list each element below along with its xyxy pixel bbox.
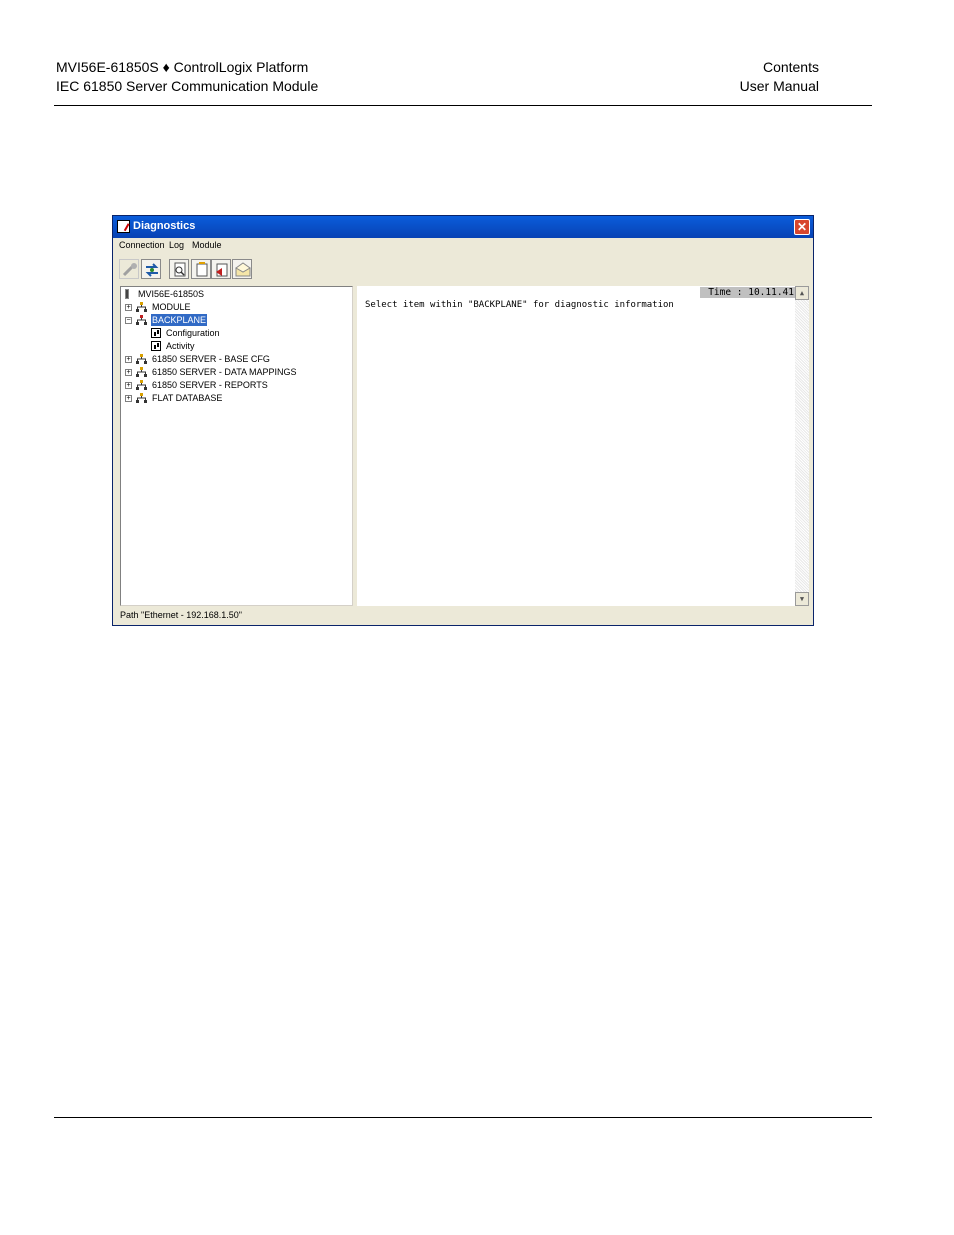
expand-toggle[interactable]: + xyxy=(125,356,132,363)
connect-button[interactable] xyxy=(141,259,161,279)
product-title: MVI56E-61850S ♦ ControlLogix Platform xyxy=(56,59,309,75)
tree-root-label: MVI56E-61850S xyxy=(138,289,205,299)
time-display: Time : 10.11.41 xyxy=(700,287,795,298)
network-icon xyxy=(136,302,147,312)
app-icon xyxy=(117,220,130,233)
tree-item-label: 61850 SERVER - BASE CFG xyxy=(152,354,270,364)
output-pane[interactable]: Time : 10.11.41 Select item within "BACK… xyxy=(357,286,809,606)
preview-icon xyxy=(174,262,186,277)
manual-name: User Manual xyxy=(739,78,819,94)
scroll-up-button[interactable]: ▲ xyxy=(795,286,809,300)
open-log-button[interactable] xyxy=(211,259,231,279)
header-divider xyxy=(54,105,872,106)
report-icon xyxy=(151,328,161,338)
connect-icon xyxy=(145,263,159,277)
module-icon xyxy=(125,289,129,299)
menu-connection[interactable]: Connection xyxy=(119,240,165,250)
network-icon xyxy=(136,380,147,390)
title-bar[interactable]: Diagnostics ✕ xyxy=(113,216,813,238)
disconnect-icon xyxy=(122,263,137,277)
menu-bar: Connection Log Module xyxy=(113,238,813,253)
email-icon xyxy=(235,262,251,277)
diagnostics-window: Diagnostics ✕ Connection Log Module MVI5… xyxy=(112,215,814,626)
disconnect-button[interactable] xyxy=(119,259,139,279)
expand-toggle[interactable]: + xyxy=(125,304,132,311)
network-icon xyxy=(136,315,147,325)
menu-log[interactable]: Log xyxy=(169,240,184,250)
menu-module[interactable]: Module xyxy=(192,240,222,250)
close-button[interactable]: ✕ xyxy=(794,219,810,235)
new-log-button[interactable] xyxy=(191,259,211,279)
tree-item-label: 61850 SERVER - DATA MAPPINGS xyxy=(152,367,297,377)
email-button[interactable] xyxy=(232,259,252,279)
window-title: Diagnostics xyxy=(133,220,196,232)
expand-toggle[interactable]: + xyxy=(125,382,132,389)
vertical-scrollbar[interactable]: ▲ ▼ xyxy=(795,286,809,606)
tree-item-label: BACKPLANE xyxy=(151,314,208,326)
network-icon xyxy=(136,393,147,403)
tree-item-label: Configuration xyxy=(166,328,220,338)
collapse-toggle[interactable]: − xyxy=(125,317,132,324)
output-message: Select item within "BACKPLANE" for diagn… xyxy=(365,300,674,310)
document-header-left: MVI56E-61850S ♦ ControlLogix Platform IE… xyxy=(56,58,318,96)
tree-item-label: MODULE xyxy=(152,302,191,312)
expand-toggle[interactable]: + xyxy=(125,395,132,402)
open-log-icon xyxy=(216,263,228,277)
new-log-icon xyxy=(196,262,208,277)
tree-item-label: Activity xyxy=(166,341,195,351)
expand-toggle[interactable]: + xyxy=(125,369,132,376)
report-icon xyxy=(151,341,161,351)
tree-item-label: 61850 SERVER - REPORTS xyxy=(152,380,268,390)
status-bar: Path "Ethernet - 192.168.1.50" xyxy=(120,610,242,620)
preview-button[interactable] xyxy=(169,259,189,279)
network-icon xyxy=(136,367,147,377)
network-icon xyxy=(136,354,147,364)
document-header-right: Contents User Manual xyxy=(740,58,819,96)
diagnostics-tree[interactable]: MVI56E-61850S + MODULE − BACKPLANE Confi… xyxy=(120,286,353,606)
scroll-down-button[interactable]: ▼ xyxy=(795,592,809,606)
toolbar xyxy=(113,254,813,284)
footer-divider xyxy=(54,1117,872,1118)
product-subtitle: IEC 61850 Server Communication Module xyxy=(56,78,319,94)
tree-item-label: FLAT DATABASE xyxy=(152,393,223,403)
section-name: Contents xyxy=(762,59,819,75)
